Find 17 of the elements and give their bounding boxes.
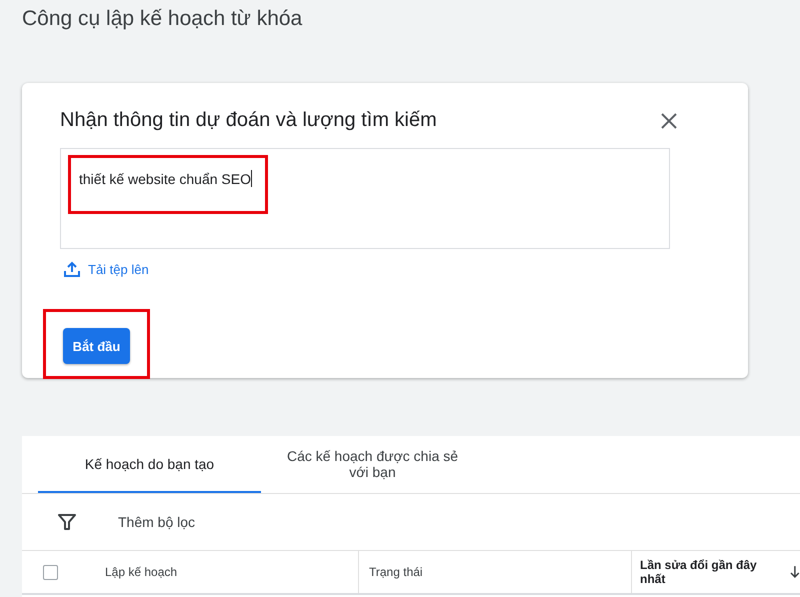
- column-header[interactable]: Lập kế hoạch: [105, 565, 178, 579]
- upload-link[interactable]: Tải tệp lên: [88, 262, 149, 276]
- add-filter-button[interactable]: Thêm bộ lọc: [118, 514, 196, 530]
- upload-icon: [64, 261, 80, 277]
- column-header[interactable]: Lần sửa đổi gần đây nhất: [640, 558, 782, 586]
- column-header[interactable]: Trạng thái: [369, 565, 423, 579]
- select-all-checkbox[interactable]: [43, 564, 58, 580]
- keyword-input-field[interactable]: thiết kế website chuẩn SEO: [60, 148, 670, 249]
- sort-down-arrow-icon[interactable]: [790, 566, 800, 578]
- start-button[interactable]: Bắt đầu: [63, 328, 130, 364]
- keyword-text: thiết kế website chuẩn SEO: [79, 171, 251, 187]
- tab[interactable]: Kế hoạch do bạn tạo: [38, 436, 261, 493]
- page-title: Công cụ lập kế hoạch từ khóa: [21, 6, 304, 32]
- close-icon[interactable]: [660, 112, 678, 130]
- filter-icon[interactable]: [58, 514, 76, 530]
- tab[interactable]: Các kế hoạch được chia sẻ với bạn: [261, 436, 484, 493]
- dialog-title: Nhận thông tin dự đoán và lượng tìm kiếm: [60, 109, 437, 132]
